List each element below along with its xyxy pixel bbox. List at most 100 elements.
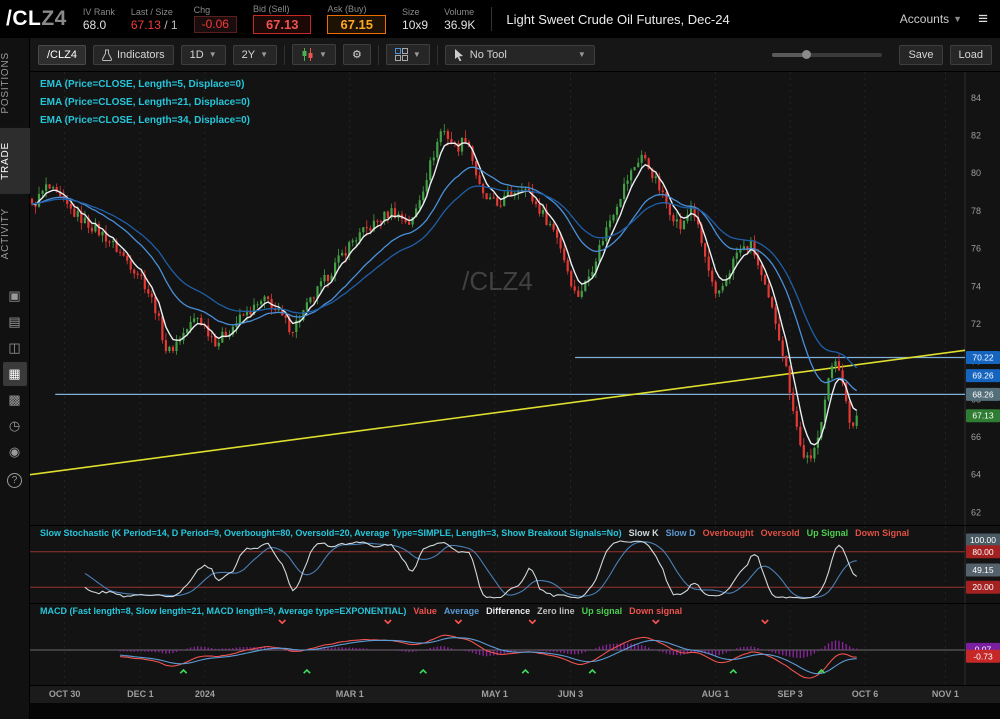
svg-text:84: 84 (971, 93, 981, 103)
load-button[interactable]: Load (949, 44, 992, 65)
svg-text:/CLZ4: /CLZ4 (462, 266, 533, 296)
watchlist-icon[interactable]: ▤ (3, 310, 27, 334)
svg-text:69.26: 69.26 (972, 371, 994, 381)
legend-item: Value (413, 606, 437, 616)
symbol-tab[interactable]: /CLZ4 (38, 44, 86, 65)
svg-text:70.22: 70.22 (972, 353, 994, 363)
price-chart-panel[interactable]: EMA (Price=CLOSE, Length=5, Displace=0) … (30, 72, 1000, 525)
macd-panel[interactable]: MACD (Fast length=8, Slow length=21, MAC… (30, 603, 1000, 686)
ema34-study-label[interactable]: EMA (Price=CLOSE, Length=34, Displace=0) (40, 112, 250, 130)
ema21-study-label[interactable]: EMA (Price=CLOSE, Length=21, Displace=0) (40, 94, 250, 112)
toolbar-separator (377, 44, 379, 65)
chevron-down-icon: ▼ (577, 50, 586, 59)
menu-icon[interactable]: ≡ (978, 9, 988, 29)
chart-icon[interactable]: ▦ (2, 361, 27, 386)
indicators-button[interactable]: Indicators (92, 44, 174, 65)
legend-item: Average (443, 606, 480, 616)
sidebar-tabs: POSITIONS TRADE ACTIVITY (0, 38, 30, 273)
size-value: 10x9 (402, 17, 429, 32)
svg-text:78: 78 (971, 206, 981, 216)
instrument-description: Light Sweet Crude Oil Futures, Dec-24 (506, 11, 730, 27)
chart-settings-button[interactable]: ⚙ (342, 44, 371, 65)
chg-value: -0.06 (193, 16, 237, 33)
svg-text:100.00: 100.00 (970, 535, 996, 545)
monitor-icon[interactable]: ▣ (3, 284, 27, 308)
time-axis-label: DEC 1 (127, 689, 154, 699)
macd-label: MACD (Fast length=8, Slow length=21, MAC… (40, 606, 683, 616)
users-icon[interactable]: ◉ (3, 440, 27, 464)
ask-field: Ask (Buy) 67.15 (327, 4, 387, 34)
stochastic-panel[interactable]: Slow Stochastic (K Period=14, D Period=9… (30, 525, 1000, 604)
candlestick-chart[interactable]: /CLZ484828078767472706866646270.2269.266… (30, 72, 1000, 525)
macd-chart[interactable]: 0.07-0.73 (30, 604, 1000, 686)
svg-text:64: 64 (971, 470, 981, 480)
iv-rank-field: IV Rank 68.0 (83, 7, 115, 32)
help-icon[interactable]: ? (7, 472, 22, 488)
toolbar-separator (284, 44, 286, 65)
bid-label: Bid (Sell) (252, 4, 290, 14)
grid-layout-icon (394, 48, 408, 61)
volume-field: Volume 36.9K (444, 7, 475, 32)
zoom-slider[interactable] (772, 49, 883, 59)
symbol-title: /CLZ4 (6, 7, 67, 30)
gear-icon: ⚙ (351, 49, 362, 61)
sidebar-tab-positions[interactable]: POSITIONS (0, 38, 30, 128)
sidebar-icons: ▣ ▤ ◫ ▦ ▩ ◷ ◉? (2, 283, 27, 489)
svg-text:66: 66 (971, 432, 981, 442)
chg-field: Chg -0.06 (193, 5, 237, 33)
trading-app: /CLZ4 IV Rank 68.0 Last / Size 67.13 / 1… (0, 0, 1000, 719)
svg-text:82: 82 (971, 131, 981, 141)
ask-label: Ask (Buy) (327, 4, 367, 14)
svg-text:80.00: 80.00 (972, 547, 994, 557)
sidebar-tab-activity[interactable]: ACTIVITY (0, 194, 30, 273)
header-divider (491, 7, 493, 31)
svg-text:20.00: 20.00 (972, 582, 994, 592)
legend-item: Zero line (537, 606, 575, 616)
time-axis-label: OCT 6 (851, 689, 879, 699)
chevron-down-icon: ▼ (208, 50, 217, 59)
iv-rank-value: 68.0 (82, 17, 107, 32)
box-icon[interactable]: ◫ (3, 336, 27, 360)
chevron-down-icon: ▼ (319, 50, 327, 59)
sidebar-tab-trade[interactable]: TRADE (0, 127, 30, 194)
volume-value: 36.9K (444, 17, 476, 32)
svg-text:72: 72 (971, 319, 981, 329)
volume-label: Volume (444, 6, 475, 17)
grid-icon[interactable]: ▩ (3, 388, 27, 412)
toolbar-separator (436, 44, 438, 65)
clock-icon[interactable]: ◷ (3, 414, 27, 438)
last-size-value: 67.13 / 1 (130, 17, 178, 32)
chevron-down-icon: ▼ (260, 50, 269, 59)
accounts-dropdown[interactable]: Accounts (900, 12, 949, 26)
chart-type-dropdown[interactable]: ▼ (292, 44, 336, 65)
svg-text:68.26: 68.26 (972, 389, 994, 399)
chg-label: Chg (193, 5, 211, 15)
svg-text:49.15: 49.15 (972, 565, 994, 575)
time-axis-label: NOV 1 (931, 689, 959, 699)
svg-text:76: 76 (971, 244, 981, 254)
time-axis[interactable]: OCT 30 DEC 1 2024 MAR 1 MAY 1 JUN 3 AUG 1 SEP 3… (30, 685, 1000, 703)
bid-button[interactable]: 67.13 (252, 15, 312, 34)
stochastic-label: Slow Stochastic (K Period=14, D Period=9… (40, 528, 910, 538)
ema5-study-label[interactable]: EMA (Price=CLOSE, Length=5, Displace=0) (40, 76, 250, 94)
drawing-tool-dropdown[interactable]: No Tool ▼ (444, 44, 595, 65)
cursor-icon (454, 48, 463, 61)
svg-text:80: 80 (971, 168, 981, 178)
bottom-strip (30, 703, 1000, 719)
flask-icon (101, 49, 112, 61)
legend-item: Up Signal (806, 528, 849, 538)
zoom-slider-handle[interactable] (802, 49, 812, 59)
size-label: Size (402, 6, 420, 17)
left-sidebar: POSITIONS TRADE ACTIVITY ▣ ▤ ◫ ▦ ▩ ◷ ◉? (0, 38, 30, 719)
layout-grid-dropdown[interactable]: ▼ (385, 44, 430, 65)
ask-button[interactable]: 67.15 (327, 15, 387, 34)
study-labels: EMA (Price=CLOSE, Length=5, Displace=0) … (40, 76, 250, 130)
chart-toolbar: /CLZ4 Indicators 1D ▼ 2Y ▼ ▼ ⚙ ▼ No Tool… (30, 38, 1000, 72)
chevron-down-icon: ▼ (412, 50, 421, 59)
range-dropdown[interactable]: 2Y ▼ (232, 44, 278, 65)
svg-text:-0.73: -0.73 (973, 651, 993, 661)
time-axis-label: SEP 3 (777, 689, 803, 699)
svg-text:62: 62 (971, 507, 981, 517)
timeframe-dropdown[interactable]: 1D ▼ (180, 44, 226, 65)
save-button[interactable]: Save (899, 44, 943, 65)
